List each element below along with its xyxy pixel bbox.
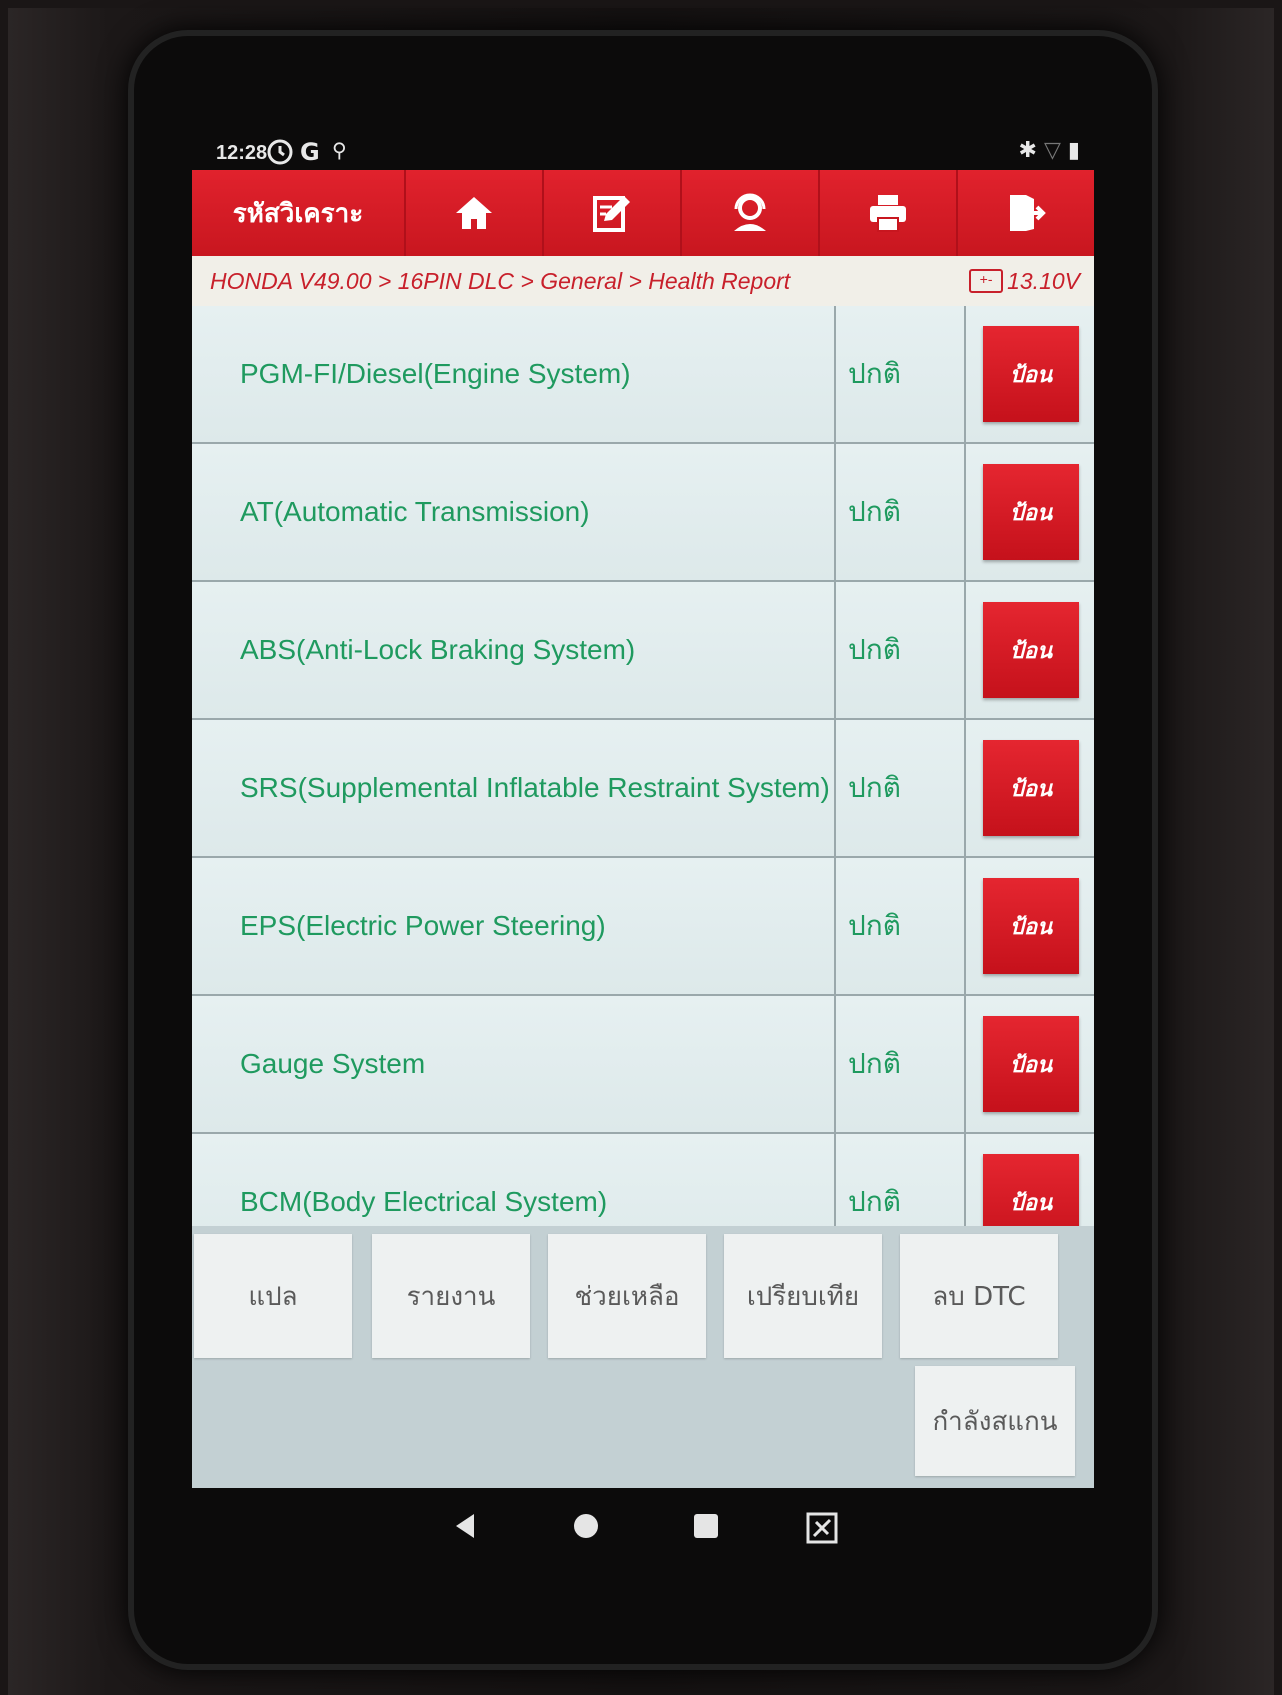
top-toolbar: รหัสวิเคราะ — [192, 170, 1094, 256]
alarm-icon — [266, 138, 294, 172]
help-button[interactable]: ช่วยเหลือ — [548, 1234, 706, 1358]
scanning-button[interactable]: กำลังสแกน — [915, 1366, 1075, 1476]
translate-button[interactable]: แปล — [194, 1234, 352, 1358]
support-icon — [734, 193, 766, 231]
enter-button[interactable]: ป้อน — [983, 740, 1079, 836]
system-status: ปกติ — [838, 720, 966, 856]
system-name: ABS(Anti-Lock Braking System) — [192, 582, 836, 718]
system-status: ปกติ — [838, 582, 966, 718]
enter-button[interactable]: ป้อน — [983, 1016, 1079, 1112]
system-status: ปกติ — [838, 858, 966, 994]
system-name: EPS(Electric Power Steering) — [192, 858, 836, 994]
print-icon — [870, 195, 906, 232]
compare-button[interactable]: เปรียบเทีย — [724, 1234, 882, 1358]
screenshot-button[interactable] — [804, 1510, 840, 1550]
back-button[interactable] — [450, 1510, 482, 1546]
voltage-value: 13.10V — [1007, 268, 1080, 294]
system-name: Gauge System — [192, 996, 836, 1132]
enter-button[interactable]: ป้อน — [983, 878, 1079, 974]
support-button[interactable] — [682, 170, 820, 256]
recents-button[interactable] — [690, 1510, 722, 1546]
home-icon — [456, 197, 492, 229]
function-bar: แปล รายงาน ช่วยเหลือ เปรียบเทีย ลบ DTC ก… — [192, 1226, 1094, 1488]
system-name: SRS(Supplemental Inflatable Restraint Sy… — [192, 720, 836, 856]
table-row: Gauge System ปกติ ป้อน — [192, 996, 1094, 1134]
google-icon: G — [300, 138, 320, 166]
app-screen: รหัสวิเคราะ HONDA V49.00 > 16PIN DLC > G… — [192, 170, 1094, 1488]
system-name: PGM-FI/Diesel(Engine System) — [192, 306, 836, 442]
breadcrumb: HONDA V49.00 > 16PIN DLC > General > Hea… — [192, 256, 1094, 306]
home-circle-icon — [574, 1514, 598, 1538]
table-row: SRS(Supplemental Inflatable Restraint Sy… — [192, 720, 1094, 858]
battery-voltage: +- 13.10V — [969, 256, 1080, 306]
wifi-icon: ▽ — [1043, 138, 1061, 163]
status-time: 12:28 — [216, 142, 268, 164]
print-button[interactable] — [820, 170, 958, 256]
system-status: ปกติ — [838, 444, 966, 580]
usb-debug-icon: ⚲ — [332, 138, 347, 162]
system-name: AT(Automatic Transmission) — [192, 444, 836, 580]
table-row: PGM-FI/Diesel(Engine System) ปกติ ป้อน — [192, 306, 1094, 444]
home-button[interactable] — [406, 170, 544, 256]
battery-icon: ▮ — [1067, 138, 1080, 163]
table-row: ABS(Anti-Lock Braking System) ปกติ ป้อน — [192, 582, 1094, 720]
enter-button[interactable]: ป้อน — [983, 464, 1079, 560]
exit-icon — [1010, 195, 1046, 231]
back-icon — [456, 1514, 474, 1538]
enter-button[interactable]: ป้อน — [983, 326, 1079, 422]
table-row: AT(Automatic Transmission) ปกติ ป้อน — [192, 444, 1094, 582]
toolbar-title: รหัสวิเคราะ — [192, 170, 406, 256]
system-status: ปกติ — [838, 306, 966, 442]
screenshot-icon — [806, 1512, 838, 1544]
edit-button[interactable] — [544, 170, 682, 256]
recents-icon — [694, 1514, 718, 1538]
status-right-icons: ✱ ▽ ▮ — [1019, 138, 1080, 163]
table-row: EPS(Electric Power Steering) ปกติ ป้อน — [192, 858, 1094, 996]
report-button[interactable]: รายงาน — [372, 1234, 530, 1358]
home-nav-button[interactable] — [570, 1510, 602, 1546]
exit-button[interactable] — [958, 170, 1094, 256]
enter-button[interactable]: ป้อน — [983, 602, 1079, 698]
bluetooth-icon: ✱ — [1018, 138, 1037, 163]
android-nav-bar — [192, 1492, 1094, 1572]
breadcrumb-path: HONDA V49.00 > 16PIN DLC > General > Hea… — [210, 268, 791, 294]
car-battery-icon: +- — [969, 269, 1004, 293]
clear-dtc-button[interactable]: ลบ DTC — [900, 1234, 1058, 1358]
system-status: ปกติ — [838, 996, 966, 1132]
edit-icon — [593, 196, 630, 232]
system-list: PGM-FI/Diesel(Engine System) ปกติ ป้อน A… — [192, 306, 1094, 1272]
